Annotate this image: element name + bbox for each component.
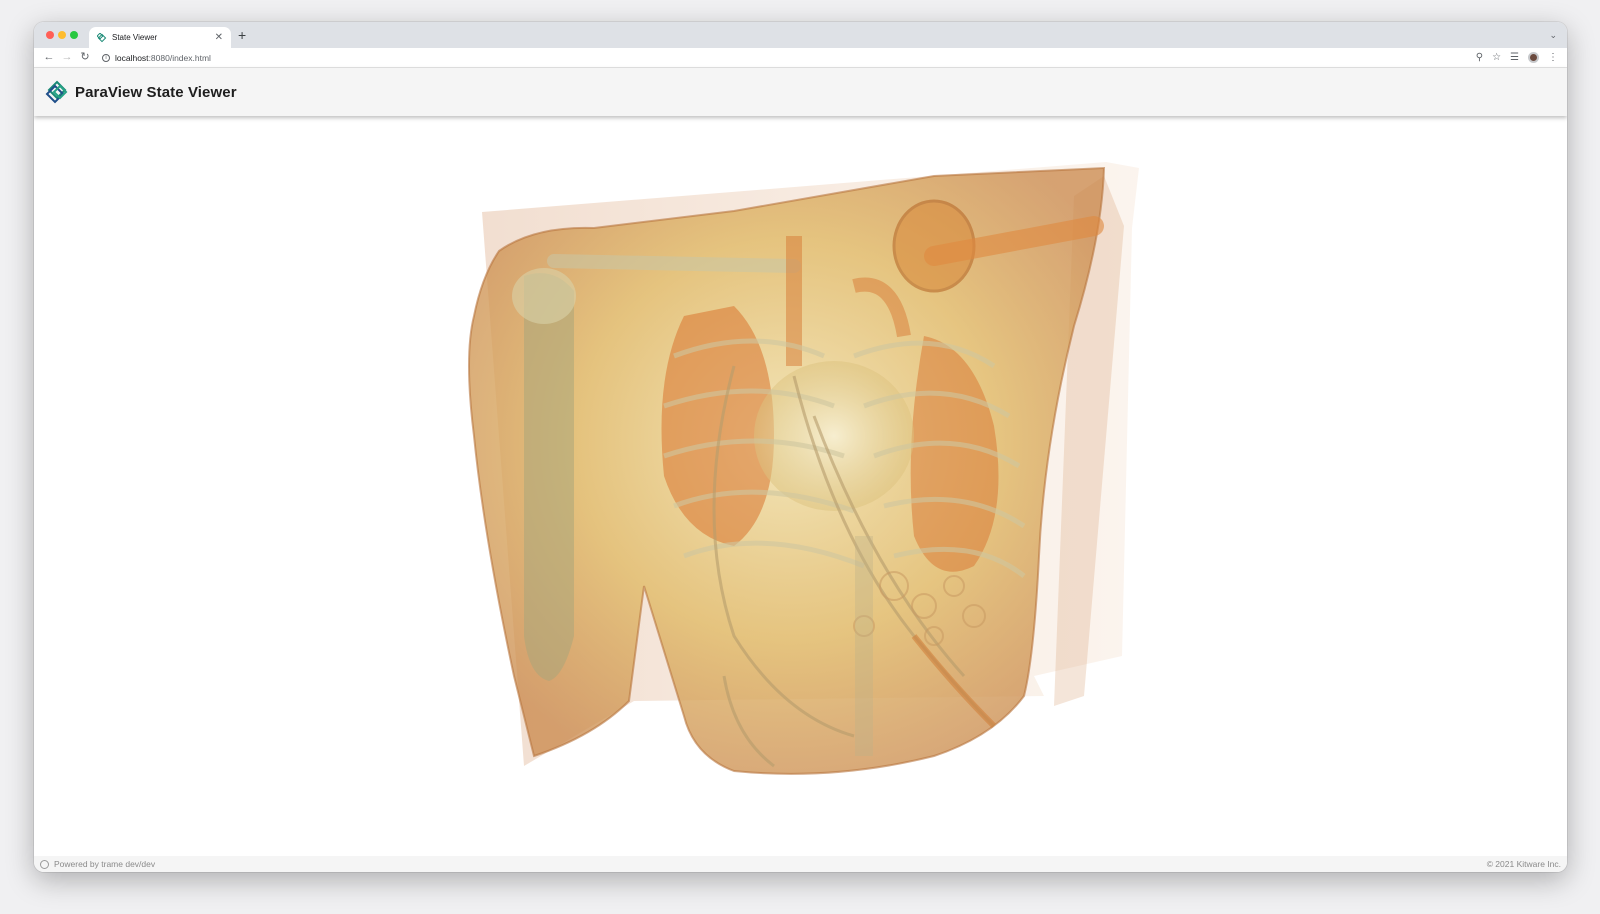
tab-search-icon[interactable]: ⌄: [1549, 30, 1557, 41]
reading-list-icon[interactable]: ☰: [1510, 52, 1519, 63]
paraview-favicon-icon: [97, 32, 107, 42]
browser-window: State Viewer ✕ + ⌄ ← → ↻ i localhost :80…: [34, 22, 1567, 872]
copyright-text: © 2021 Kitware Inc.: [1486, 859, 1561, 869]
minimize-window-button[interactable]: [58, 31, 66, 39]
browser-menu-icon[interactable]: ⋮: [1548, 52, 1558, 63]
app-footer: Powered by trame dev/dev © 2021 Kitware …: [34, 856, 1567, 872]
tab-close-icon[interactable]: ✕: [215, 32, 223, 43]
url-host: localhost: [115, 52, 149, 63]
tab-strip: State Viewer ✕ + ⌄: [34, 22, 1567, 48]
url-path: :8080/index.html: [148, 52, 211, 63]
app-title: ParaView State Viewer: [75, 83, 237, 101]
back-button[interactable]: ←: [40, 52, 58, 63]
render-viewport[interactable]: [34, 116, 1567, 844]
maximize-window-button[interactable]: [70, 31, 78, 39]
address-bar[interactable]: i localhost :8080/index.html: [102, 53, 1476, 63]
toolbar-actions: ⚲ ☆ ☰ ⋮: [1476, 52, 1558, 63]
trame-logo-icon: [40, 859, 49, 869]
app-header: ParaView State Viewer: [34, 68, 1567, 116]
close-window-button[interactable]: [46, 31, 54, 39]
tab-title: State Viewer: [112, 33, 158, 42]
site-info-icon[interactable]: i: [102, 53, 110, 62]
browser-toolbar: ← → ↻ i localhost :8080/index.html ⚲ ☆ ☰…: [34, 48, 1567, 68]
paraview-logo-icon: [45, 80, 68, 104]
bookmark-star-icon[interactable]: ☆: [1492, 52, 1501, 63]
tab-state-viewer[interactable]: State Viewer ✕: [89, 27, 231, 48]
profile-avatar[interactable]: [1528, 52, 1539, 63]
powered-by: Powered by trame dev/dev: [40, 859, 155, 869]
reload-button[interactable]: ↻: [76, 52, 94, 63]
zoom-icon[interactable]: ⚲: [1476, 52, 1483, 63]
new-tab-button[interactable]: +: [238, 28, 246, 42]
volume-rendering[interactable]: [34, 116, 1567, 844]
forward-button[interactable]: →: [58, 52, 76, 63]
powered-by-text: Powered by trame dev/dev: [54, 859, 156, 869]
